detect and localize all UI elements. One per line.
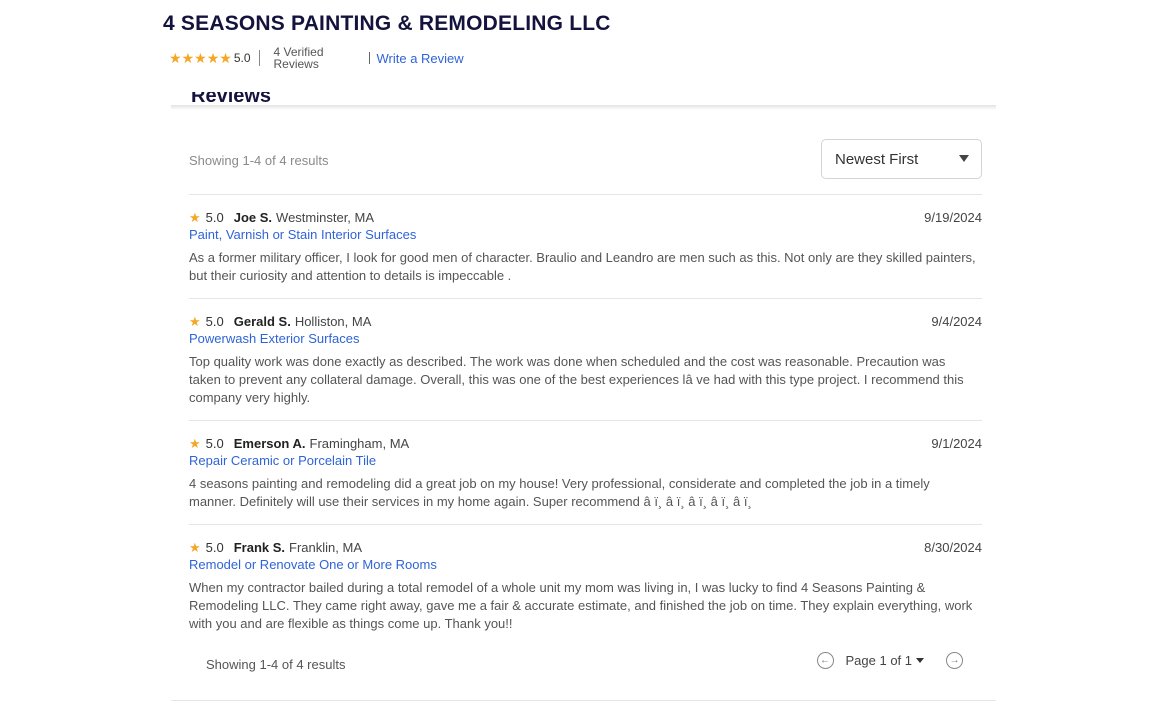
business-name: 4 SEASONS PAINTING & REMODELING LLC [163, 12, 611, 35]
chevron-down-icon[interactable] [916, 658, 924, 663]
review-date: 9/19/2024 [924, 210, 982, 225]
divider [258, 50, 260, 66]
write-review-link[interactable]: Write a Review [377, 51, 464, 66]
page-select[interactable]: Page 1 of 1 [846, 653, 913, 668]
sort-selected-value: Newest First [835, 150, 919, 168]
review-meta: ★ 5.0 Gerald S. Holliston, MA [189, 313, 982, 330]
rating-stars: ★ ★ ★ ★ ★ [169, 51, 232, 65]
review-item: ★ 5.0 Joe S. Westminster, MA 9/19/2024 P… [189, 195, 982, 299]
review-item: ★ 5.0 Frank S. Franklin, MA 8/30/2024 Re… [189, 525, 982, 646]
star-icon: ★ [181, 50, 195, 66]
results-count-bottom: Showing 1-4 of 4 results [206, 657, 346, 672]
review-date: 9/4/2024 [931, 314, 982, 329]
reviewer-location: Framingham, MA [309, 436, 410, 451]
star-icon: ★ [194, 50, 207, 66]
reviewer-name: Emerson A. [233, 436, 306, 451]
prev-page-icon[interactable]: ← [816, 652, 834, 669]
divider [368, 52, 370, 64]
divider [171, 700, 996, 701]
review-rating: 5.0 [205, 210, 224, 225]
review-text: When my contractor bailed during a total… [189, 580, 973, 631]
verified-line-2: Reviews [273, 57, 319, 71]
reviewer-name: Joe S. [233, 210, 273, 225]
review-date: 9/1/2024 [931, 436, 982, 451]
review-text: As a former military officer, I look for… [189, 250, 976, 283]
verified-reviews-count: 4 Verified Reviews [274, 46, 346, 70]
service-link[interactable]: Paint, Varnish or Stain Interior Surface… [189, 227, 982, 242]
review-rating: 5.0 [205, 540, 224, 555]
sort-dropdown[interactable]: Newest First [821, 139, 982, 179]
star-icon: ★ [189, 209, 201, 225]
review-text: Top quality work was done exactly as des… [189, 354, 964, 405]
review-list: ★ 5.0 Joe S. Westminster, MA 9/19/2024 P… [189, 195, 982, 646]
star-icon: ★ [189, 313, 201, 329]
star-icon: ★ [169, 50, 182, 66]
review-rating: 5.0 [205, 314, 224, 329]
star-icon: ★ [219, 50, 232, 66]
star-icon: ★ [206, 50, 220, 66]
reviews-panel: Reviews Showing 1-4 of 4 results Newest … [171, 92, 996, 708]
review-meta: ★ 5.0 Emerson A. Framingham, MA [189, 435, 982, 452]
results-count-top: Showing 1-4 of 4 results [189, 153, 329, 168]
review-item: ★ 5.0 Emerson A. Framingham, MA 9/1/2024… [189, 421, 982, 525]
business-header: 4 SEASONS PAINTING & REMODELING LLC ★ ★ … [163, 12, 803, 70]
reviewer-location: Westminster, MA [276, 210, 375, 225]
star-icon: ★ [189, 539, 201, 555]
review-item: ★ 5.0 Gerald S. Holliston, MA 9/4/2024 P… [189, 299, 982, 421]
star-icon: ★ [189, 435, 201, 451]
service-link[interactable]: Powerwash Exterior Surfaces [189, 331, 982, 346]
reviews-toolbar: Showing 1-4 of 4 results Newest First [189, 139, 982, 181]
reviewer-location: Holliston, MA [294, 314, 372, 329]
service-link[interactable]: Remodel or Renovate One or More Rooms [189, 557, 982, 572]
pagination-bar: Showing 1-4 of 4 results ← Page 1 of 1 → [189, 652, 982, 678]
service-link[interactable]: Repair Ceramic or Porcelain Tile [189, 453, 982, 468]
panel-shadow [171, 105, 996, 110]
reviewer-location: Franklin, MA [289, 540, 362, 555]
next-page-icon[interactable]: → [946, 652, 963, 669]
review-text: 4 seasons painting and remodeling did a … [189, 476, 930, 509]
rating-value: 5.0 [233, 51, 251, 65]
review-rating: 5.0 [205, 436, 224, 451]
rating-summary: ★ ★ ★ ★ ★ 5.0 4 Verified Reviews Write a… [169, 46, 464, 70]
reviewer-name: Gerald S. [233, 314, 291, 329]
chevron-down-icon [959, 155, 969, 162]
pager: ← Page 1 of 1 → [816, 652, 963, 669]
review-meta: ★ 5.0 Frank S. Franklin, MA [189, 539, 982, 556]
review-meta: ★ 5.0 Joe S. Westminster, MA [189, 209, 982, 226]
reviewer-name: Frank S. [233, 540, 286, 555]
review-date: 8/30/2024 [924, 540, 982, 555]
